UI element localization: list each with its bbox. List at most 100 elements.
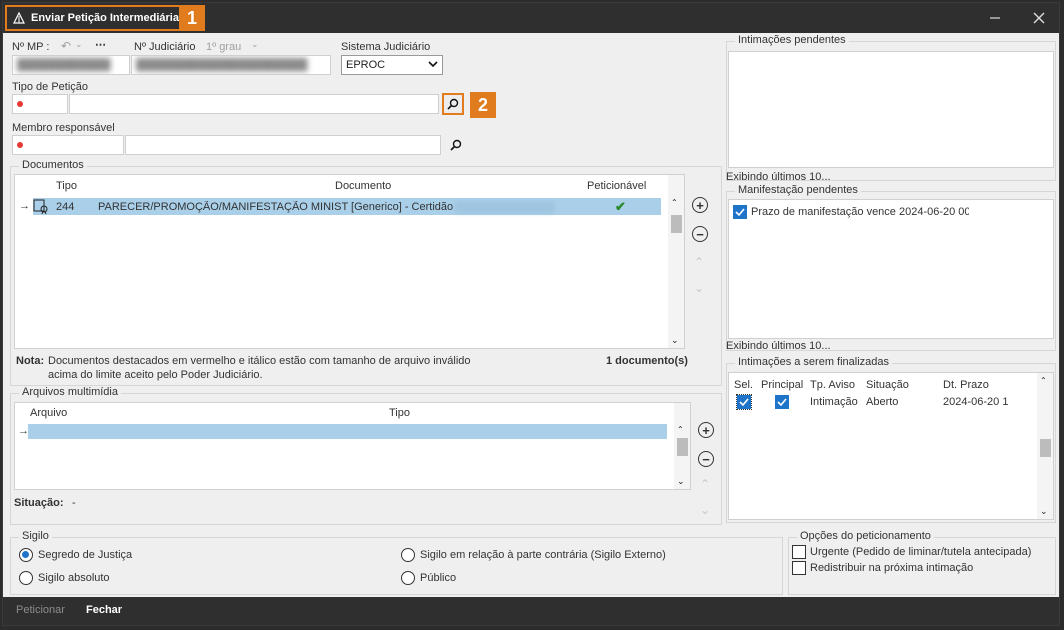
move-up-icon[interactable]: ⌃ — [694, 255, 704, 269]
undo-icon[interactable]: ↶ — [61, 39, 71, 53]
col-header-sel[interactable]: Sel. — [734, 379, 753, 391]
scroll-down-icon[interactable]: ⌄ — [677, 476, 685, 487]
move-up-icon[interactable]: ⌃ — [700, 477, 710, 491]
move-down-icon[interactable]: ⌄ — [700, 503, 710, 517]
documentos-grid: Tipo Documento Peticionável → 244 PARECE… — [14, 174, 685, 349]
scrollbar-thumb[interactable] — [677, 438, 688, 456]
membro-code-field[interactable] — [12, 135, 124, 155]
app-logo-icon — [13, 12, 25, 24]
remove-document-button[interactable]: − — [692, 226, 708, 242]
row-principal-checkbox[interactable] — [775, 395, 789, 409]
radio-sigilo-absoluto[interactable] — [19, 571, 33, 585]
col-header-situacao[interactable]: Situação — [866, 379, 909, 391]
redistribuir-checkbox[interactable] — [792, 561, 806, 575]
row-documento-redacted — [455, 202, 555, 213]
required-indicator — [17, 142, 23, 148]
window-title-chip: Enviar Petição Intermediária — [5, 5, 187, 31]
add-document-button[interactable]: + — [692, 197, 708, 213]
grau-chevron-icon[interactable]: ⌄ — [251, 39, 259, 50]
plus-icon: + — [696, 197, 704, 213]
sistema-label: Sistema Judiciário — [341, 41, 431, 53]
bottom-bar: Peticionar Fechar — [3, 597, 1059, 625]
nota-label: Nota: — [16, 355, 45, 367]
row-pointer-icon: → — [19, 200, 30, 212]
col-header-principal[interactable]: Principal — [761, 379, 803, 391]
sigilo-group-title: Sigilo — [19, 530, 52, 542]
col-header-arquivo[interactable]: Arquivo — [30, 407, 67, 419]
col-header-peticionavel[interactable]: Peticionável — [587, 180, 646, 192]
membro-label: Membro responsável — [12, 122, 115, 134]
tipo-peticao-desc-field[interactable] — [69, 94, 439, 114]
scroll-down-icon[interactable]: ⌄ — [671, 335, 679, 346]
row-tipo: 244 — [56, 201, 75, 213]
remove-file-button[interactable]: − — [698, 451, 714, 467]
check-icon — [739, 398, 749, 407]
manifestacao-checkbox[interactable] — [733, 205, 747, 219]
tipo-peticao-code-field[interactable] — [12, 94, 68, 114]
row-peticionavel-check: ✔ — [615, 199, 626, 214]
close-button[interactable] — [1025, 8, 1053, 28]
table-row[interactable] — [28, 424, 667, 439]
membro-name-field[interactable] — [125, 135, 441, 155]
col-header-documento[interactable]: Documento — [335, 180, 391, 192]
multimidia-scrollbar[interactable]: ⌃ ⌄ — [674, 403, 690, 489]
judiciario-number-field[interactable]: ██████████████████████ — [131, 55, 331, 75]
situacao-value: - — [72, 497, 76, 509]
sigilo-group: Sigilo — [10, 530, 783, 595]
membro-search-button[interactable] — [445, 134, 467, 156]
scroll-up-icon[interactable]: ⌃ — [671, 198, 678, 207]
search-icon — [450, 139, 462, 151]
urgente-checkbox[interactable] — [792, 545, 806, 559]
redistribuir-label: Redistribuir na próxima intimação — [810, 562, 974, 574]
scrollbar-thumb[interactable] — [671, 215, 682, 233]
fechar-button[interactable]: Fechar — [86, 604, 122, 616]
check-icon — [777, 398, 787, 407]
col-header-tipo[interactable]: Tipo — [389, 407, 410, 419]
more-options-icon[interactable]: ⋯ — [95, 38, 106, 51]
mp-label: Nº MP : — [12, 41, 50, 53]
sistema-select[interactable]: EPROC — [341, 55, 443, 75]
peticionar-button[interactable]: Peticionar — [16, 604, 65, 616]
radio-segredo-justica[interactable] — [19, 548, 33, 562]
window-title: Enviar Petição Intermediária — [31, 12, 179, 24]
scrollbar-thumb[interactable] — [1040, 439, 1051, 457]
minus-icon: − — [702, 451, 710, 467]
intimacoes-pendentes-title: Intimações pendentes — [735, 34, 849, 46]
title-bar: Enviar Petição Intermediária 1 — [3, 3, 1059, 33]
mp-number-value: ████████████ — [17, 59, 111, 71]
radio-publico[interactable] — [401, 571, 415, 585]
minimize-button[interactable] — [981, 8, 1009, 28]
required-indicator — [17, 101, 23, 107]
plus-icon: + — [702, 422, 710, 438]
row-sel-checkbox[interactable] — [736, 394, 752, 410]
tipo-peticao-search-button[interactable] — [442, 93, 464, 115]
chevron-down-icon[interactable]: ⌄ — [75, 39, 83, 50]
radio-label-sigilo-externo: Sigilo em relação à parte contrária (Sig… — [420, 549, 666, 561]
mp-number-field[interactable]: ████████████ — [12, 55, 130, 75]
move-down-icon[interactable]: ⌄ — [694, 281, 704, 295]
intimacoes-finalizar-scrollbar[interactable]: ⌃ ⌄ — [1037, 373, 1053, 519]
certificate-icon — [33, 199, 48, 214]
manifestacao-pendentes-footer: Exibindo últimos 10... — [726, 340, 831, 352]
dialog-window: Enviar Petição Intermediária 1 Nº MP : ↶… — [2, 2, 1060, 626]
col-header-tp-aviso[interactable]: Tp. Aviso — [810, 379, 855, 391]
intimacoes-pendentes-footer: Exibindo últimos 10... — [726, 171, 831, 183]
minimize-icon — [990, 17, 1000, 19]
scroll-up-icon[interactable]: ⌃ — [677, 425, 684, 434]
manifestacao-pendentes-title: Manifestação pendentes — [735, 184, 861, 196]
sistema-selected-value: EPROC — [346, 59, 386, 71]
col-header-tipo[interactable]: Tipo — [56, 180, 77, 192]
annotation-badge-2: 2 — [470, 92, 496, 118]
add-file-button[interactable]: + — [698, 422, 714, 438]
radio-sigilo-externo[interactable] — [401, 548, 415, 562]
radio-label-publico: Público — [420, 572, 457, 584]
urgente-label: Urgente (Pedido de liminar/tutela anteci… — [810, 546, 1032, 558]
scroll-up-icon[interactable]: ⌃ — [1040, 376, 1047, 385]
opcoes-group-title: Opções do peticionamento — [797, 530, 934, 542]
documentos-scrollbar[interactable]: ⌃ ⌄ — [668, 175, 684, 348]
grau-label[interactable]: 1º grau — [206, 41, 241, 53]
col-header-dt-prazo[interactable]: Dt. Prazo — [943, 379, 989, 391]
row-situacao: Aberto — [866, 396, 899, 408]
annotation-badge-1: 1 — [179, 5, 205, 31]
scroll-down-icon[interactable]: ⌄ — [1040, 506, 1048, 517]
